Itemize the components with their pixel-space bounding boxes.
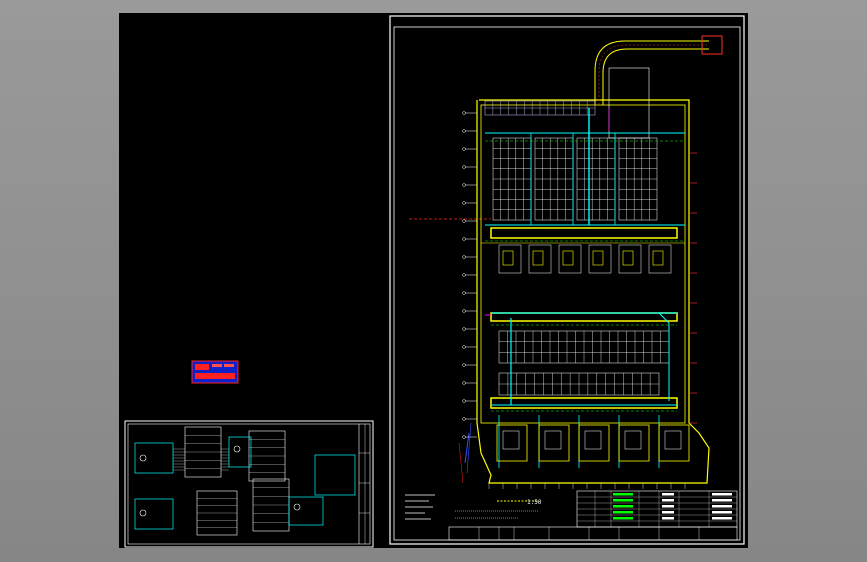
- parking-grids: [484, 100, 670, 396]
- model-space-canvas[interactable]: 1:50: [119, 13, 748, 548]
- schematic-blocks: [134, 426, 356, 536]
- drawing-sheet: 1:50: [124, 15, 745, 548]
- room-cores: [496, 244, 690, 462]
- scale-label: 1:50: [527, 499, 542, 506]
- red-stamp-block: [191, 360, 239, 384]
- entrance-ramp: [594, 35, 723, 139]
- axis-markers: [462, 111, 697, 489]
- building-outline: [476, 99, 710, 484]
- title-block: [448, 490, 738, 541]
- cad-viewport[interactable]: 1:50: [0, 0, 867, 562]
- plan-sheet-frame: [389, 15, 745, 545]
- plan-legend: [405, 494, 539, 520]
- scale-bar: 1:50: [497, 499, 542, 506]
